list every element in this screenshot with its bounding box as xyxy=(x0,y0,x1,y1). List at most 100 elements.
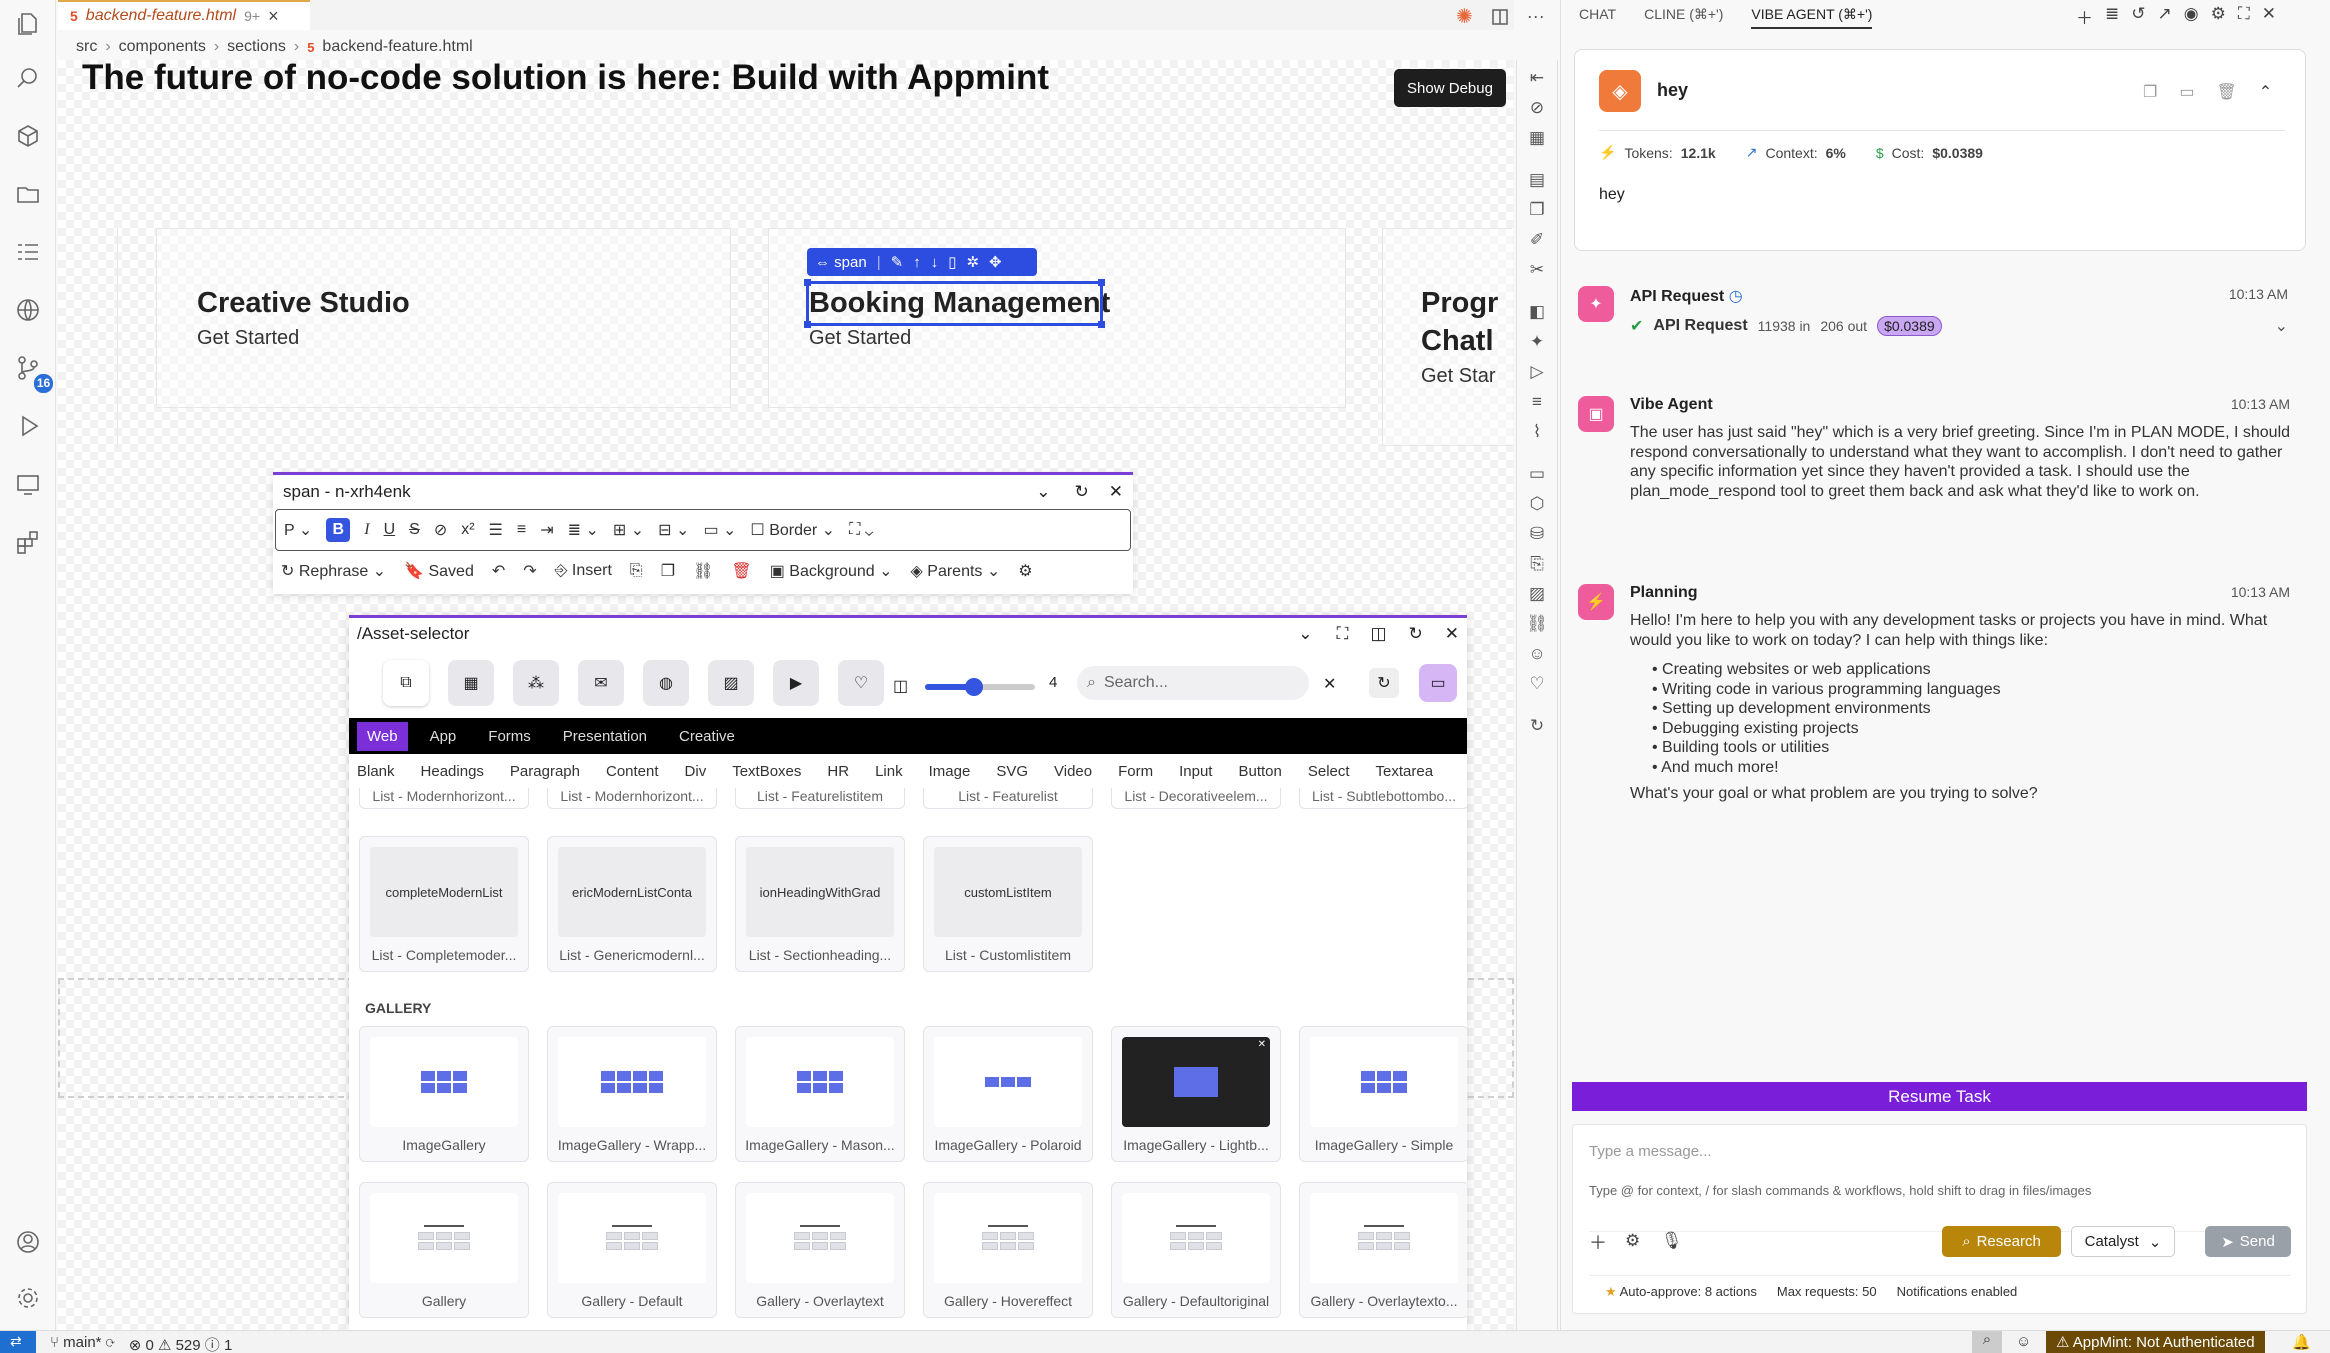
block-type-select[interactable]: P ⌄ xyxy=(284,520,312,540)
shapes-icon[interactable]: ⁂ xyxy=(513,660,559,706)
image-icon[interactable]: ▨ xyxy=(708,660,754,706)
editor-tab[interactable]: 5 backend-feature.html 9+ × xyxy=(58,0,310,30)
smile-icon[interactable]: ☺ xyxy=(1528,644,1545,664)
split-editor-icon[interactable] xyxy=(1491,8,1509,26)
tab-cline[interactable]: CLINE (⌘+') xyxy=(1644,6,1723,29)
source-control-icon[interactable]: 16 xyxy=(12,352,53,393)
link-icon[interactable]: ⛓ xyxy=(1526,614,1548,634)
copy-icon[interactable]: ❐ xyxy=(2143,82,2157,102)
ai-wand-icon[interactable]: ✎ xyxy=(891,253,904,271)
heart-icon[interactable]: ♡ xyxy=(838,660,884,706)
background-select[interactable]: ▣ Background ⌄ xyxy=(770,561,893,581)
type-tab[interactable]: Content xyxy=(606,763,659,780)
move-up-icon[interactable]: ↑ xyxy=(913,254,921,271)
bold-button[interactable]: B xyxy=(326,518,351,542)
gallery-tile[interactable]: Gallery - Overlaytext xyxy=(735,1182,905,1318)
explorer-icon[interactable] xyxy=(12,8,44,40)
model-select[interactable]: Catalyst ⌄ xyxy=(2071,1226,2175,1257)
columns-icon[interactable]: ⊟ ⌄ xyxy=(658,520,689,540)
auto-approve-bar[interactable]: ★ Auto-approve: 8 actions Max requests: … xyxy=(1605,1284,2017,1300)
element-selector-label[interactable]: span - n-xrh4enk xyxy=(283,482,1036,502)
type-tab[interactable]: Paragraph xyxy=(510,763,580,780)
tile-label[interactable]: List - Modernhorizont... xyxy=(359,788,529,809)
category-tab-presentation[interactable]: Presentation xyxy=(553,722,657,751)
refresh-icon[interactable]: ↻ xyxy=(1530,716,1544,736)
breadcrumb-file[interactable]: backend-feature.html xyxy=(322,38,472,56)
type-tab[interactable]: HR xyxy=(827,763,849,780)
breadcrumb-sections[interactable]: sections xyxy=(227,38,286,56)
more-actions-icon[interactable]: ··· xyxy=(1527,6,1545,27)
message-input[interactable]: Type a message... xyxy=(1589,1143,1712,1160)
feature-card[interactable]: Progr Chatl Get Star xyxy=(1382,228,1512,446)
card-title[interactable]: Creative Studio xyxy=(197,287,410,320)
type-tab[interactable]: SVG xyxy=(996,763,1028,780)
expand-icon[interactable]: ⛶ xyxy=(2238,4,2250,29)
gallery-tile[interactable]: ✕ ImageGallery - Lightb... xyxy=(1111,1026,1281,1162)
show-debug-button[interactable]: Show Debug xyxy=(1394,69,1506,107)
asset-search-input[interactable]: ⌕ Search... xyxy=(1077,666,1309,700)
microphone-icon[interactable]: 🎙 xyxy=(1661,1231,1683,1251)
tab-chat[interactable]: CHAT xyxy=(1579,6,1616,29)
sort-icon[interactable]: ≡ xyxy=(1532,392,1542,412)
refresh-icon[interactable]: ↻ xyxy=(1369,668,1399,698)
tile-label[interactable]: List - Subtlebottombo... xyxy=(1299,788,1467,809)
superscript-button[interactable]: x² xyxy=(461,521,474,539)
zoom-icon[interactable]: ⌕ xyxy=(1972,1331,2002,1353)
tile-label[interactable]: List - Modernhorizont... xyxy=(547,788,717,809)
undo-icon[interactable]: ↶ xyxy=(492,561,505,581)
insert-button[interactable]: ⎆ Insert xyxy=(555,562,612,580)
sparkle-icon[interactable]: ✺ xyxy=(1456,4,1473,29)
settings-icon[interactable]: ✲ xyxy=(966,253,979,271)
remote-explorer-icon[interactable] xyxy=(12,468,44,500)
close-tab-icon[interactable]: × xyxy=(268,6,279,27)
components-icon[interactable]: ⧉ xyxy=(383,660,429,706)
add-context-icon[interactable]: ＋ xyxy=(1589,1229,1607,1255)
type-tab[interactable]: Select xyxy=(1308,763,1350,780)
align-icon[interactable]: ≣ ⌄ xyxy=(568,520,599,540)
paste-icon[interactable]: ⎘ xyxy=(630,562,643,580)
copy-icon[interactable]: ❐ xyxy=(1529,200,1544,220)
component-tile[interactable]: customListItem List - Customlistitem xyxy=(923,836,1093,972)
bullet-list-icon[interactable]: ☰ xyxy=(489,520,503,540)
feature-card[interactable]: Creative Studio Get Started xyxy=(156,228,731,408)
parents-select[interactable]: ◈ Parents ⌄ xyxy=(911,561,1001,581)
copy-icon[interactable]: ❐ xyxy=(661,561,675,581)
copilot-icon[interactable]: ☺ xyxy=(2016,1333,2031,1350)
strikethrough-button[interactable]: S xyxy=(409,521,420,539)
document-icon[interactable]: ▤ xyxy=(1529,170,1545,190)
gallery-tile[interactable]: ImageGallery - Wrapp... xyxy=(547,1026,717,1162)
problems-indicator[interactable]: ⊗ 0 ⚠ 529 ⓘ 1 xyxy=(129,1334,233,1353)
resume-task-button[interactable]: Resume Task xyxy=(1572,1082,2307,1111)
video-icon[interactable]: ▶ xyxy=(773,660,819,706)
component-tile[interactable]: ionHeadingWithGrad List - Sectionheading.… xyxy=(735,836,905,972)
package-icon[interactable]: ⬡ xyxy=(1530,494,1545,514)
run-debug-icon[interactable] xyxy=(12,410,44,442)
globe-icon[interactable] xyxy=(12,294,44,326)
italic-button[interactable]: I xyxy=(364,521,369,539)
border-select[interactable]: ☐ Border ⌄ xyxy=(750,520,835,540)
breadcrumb-src[interactable]: src xyxy=(76,38,97,56)
extensions-icon[interactable] xyxy=(12,526,44,558)
type-tab[interactable]: TextBoxes xyxy=(732,763,801,780)
image-icon[interactable]: ▨ xyxy=(1529,584,1545,604)
type-tab[interactable]: Div xyxy=(685,763,707,780)
clip-icon[interactable]: ⌇ xyxy=(1533,422,1541,442)
type-tab[interactable]: Form xyxy=(1118,763,1153,780)
play-icon[interactable]: ▷ xyxy=(1530,362,1543,382)
type-tab[interactable]: Textarea xyxy=(1376,763,1434,780)
close-icon[interactable]: ✕ xyxy=(2262,4,2276,29)
package-icon[interactable] xyxy=(12,120,44,152)
preview-icon[interactable]: ▭ xyxy=(1419,664,1457,702)
account-icon[interactable]: ◉ xyxy=(2184,4,2199,29)
settings-gear-icon[interactable]: ⚙ xyxy=(1625,1231,1640,1251)
chevron-down-icon[interactable]: ⌄ xyxy=(2275,316,2288,336)
category-tab-forms[interactable]: Forms xyxy=(478,722,541,751)
refresh-icon[interactable]: ↻ xyxy=(1409,624,1423,644)
search-icon[interactable] xyxy=(12,62,44,94)
tile-label[interactable]: List - Featurelistitem xyxy=(735,788,905,809)
folder-icon[interactable]: ▭ xyxy=(2179,82,2194,102)
mail-icon[interactable]: ✉ xyxy=(578,660,624,706)
settings-gear-icon[interactable]: ⚙ xyxy=(2211,4,2226,29)
type-tab[interactable]: Link xyxy=(875,763,903,780)
file-icon[interactable]: ⎘ xyxy=(1530,554,1544,574)
